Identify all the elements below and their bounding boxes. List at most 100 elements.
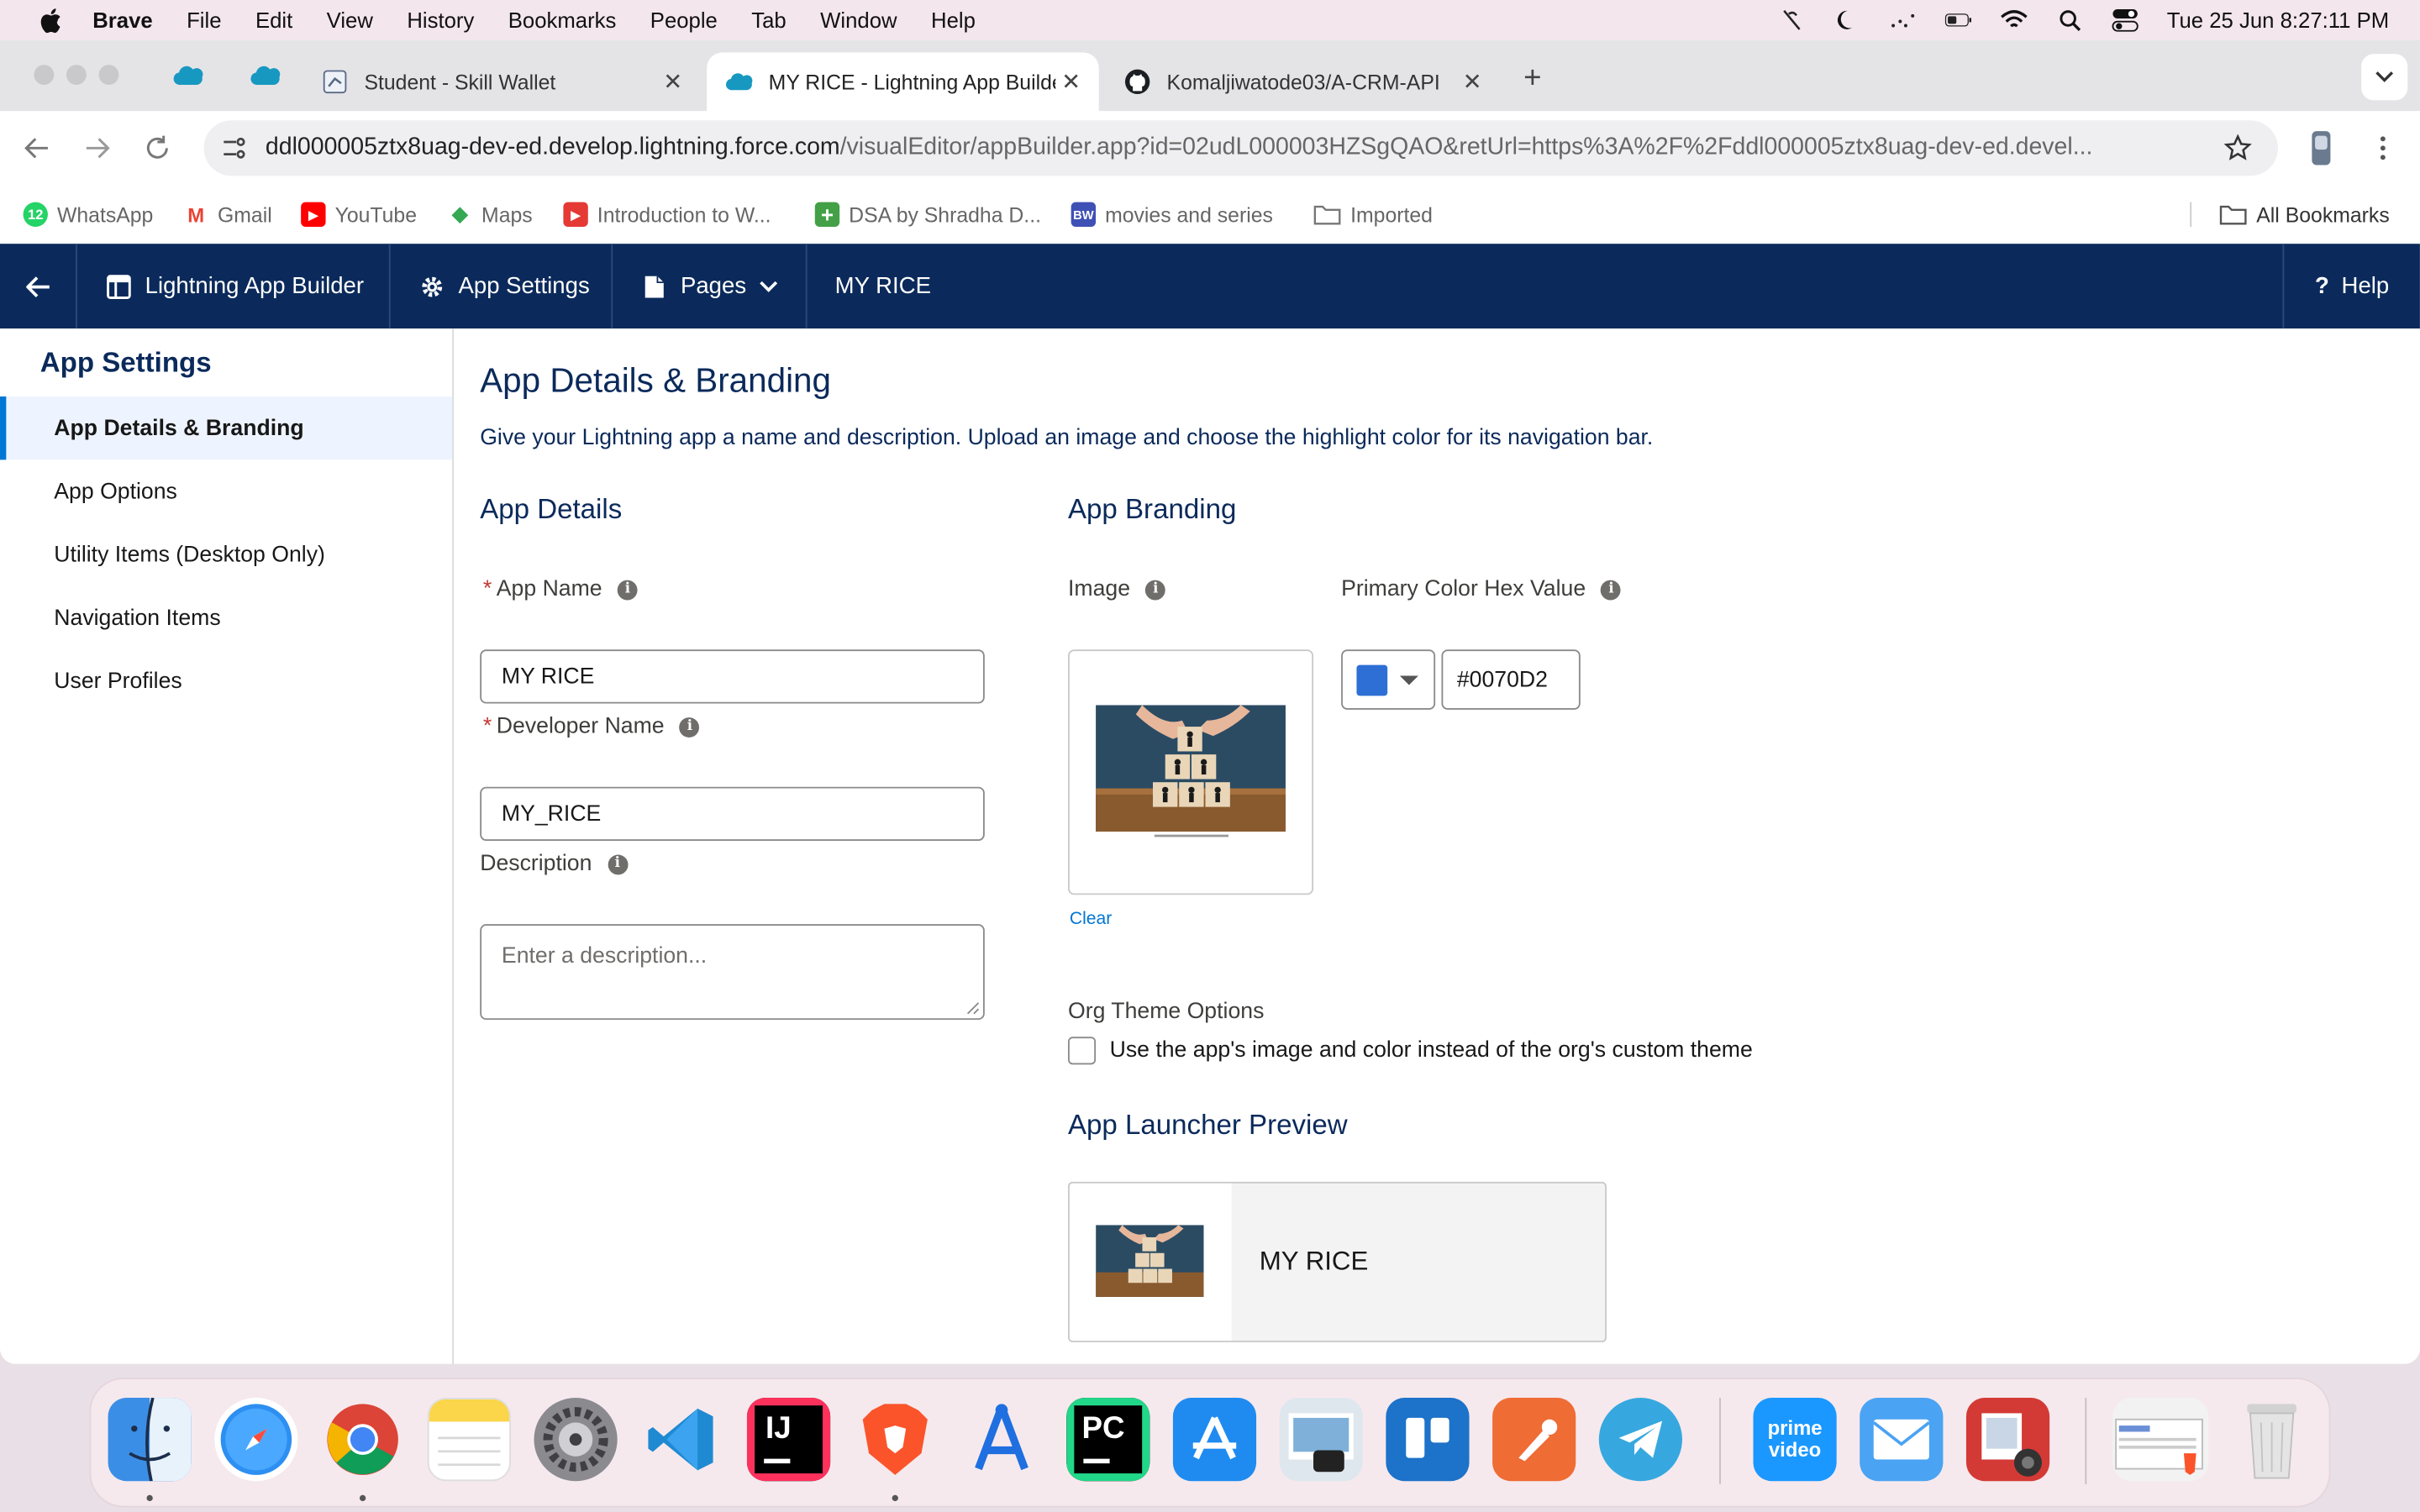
- bookmark-youtube[interactable]: ▶ YouTube: [301, 197, 417, 231]
- info-icon[interactable]: i: [1601, 579, 1622, 600]
- spotlight-search-icon[interactable]: [2056, 8, 2084, 32]
- description-textarea[interactable]: Enter a description...: [480, 924, 985, 1021]
- minimize-window-button[interactable]: [66, 65, 87, 86]
- org-theme-checkbox-label[interactable]: Use the app's image and color instead of…: [1110, 1038, 1753, 1063]
- app-settings-button[interactable]: App Settings: [391, 244, 613, 329]
- help-button[interactable]: ? Help: [2282, 244, 2419, 329]
- safari-icon[interactable]: [214, 1398, 298, 1482]
- pages-dropdown[interactable]: Pages: [613, 244, 808, 329]
- control-center-icon[interactable]: [2112, 8, 2139, 32]
- menu-people[interactable]: People: [650, 8, 718, 32]
- menu-history[interactable]: History: [407, 8, 474, 32]
- bookmark-dsa[interactable]: + DSA by Shradha D...: [814, 197, 1041, 231]
- telegram-icon[interactable]: [1598, 1398, 1683, 1482]
- app-image-uploader[interactable]: [1067, 649, 1314, 895]
- browser-menu-icon[interactable]: [2367, 129, 2398, 166]
- downloads-stack-icon[interactable]: [2112, 1398, 2209, 1482]
- bookmark-introduction[interactable]: ▶ Introduction to W...: [563, 197, 771, 231]
- chrome-icon[interactable]: [321, 1398, 404, 1481]
- sidebar-item-app-options[interactable]: App Options: [0, 459, 452, 522]
- mail-icon[interactable]: [1860, 1398, 1944, 1482]
- address-bar[interactable]: ddl000005ztx8uag-dev-ed.develop.lightnin…: [203, 120, 2278, 176]
- finder-icon[interactable]: [108, 1398, 192, 1482]
- system-settings-icon[interactable]: [534, 1398, 618, 1482]
- bookmark-gmail[interactable]: M Gmail: [183, 197, 272, 231]
- notes-icon[interactable]: [427, 1398, 511, 1482]
- mute-icon[interactable]: [1778, 8, 1806, 32]
- org-theme-checkbox[interactable]: [1067, 1037, 1097, 1065]
- zoom-window-button[interactable]: [98, 65, 119, 86]
- trash-icon[interactable]: [2230, 1398, 2313, 1481]
- vscode-icon[interactable]: [640, 1398, 723, 1481]
- tab-skill-wallet[interactable]: Student - Skill Wallet ✕: [302, 52, 701, 111]
- info-icon[interactable]: i: [680, 717, 700, 738]
- menu-help[interactable]: Help: [931, 8, 976, 32]
- tab-close-icon[interactable]: ✕: [1457, 66, 1488, 97]
- resize-handle-icon[interactable]: [966, 1001, 981, 1016]
- required-marker: *: [482, 576, 492, 602]
- color-hex-input[interactable]: #0070D2: [1441, 649, 1581, 710]
- photo-booth-icon[interactable]: [1965, 1398, 2050, 1482]
- preview-thumbnail: [1069, 1183, 1232, 1341]
- app-store-icon[interactable]: [1172, 1398, 1257, 1482]
- preview-icon[interactable]: [1279, 1398, 1363, 1482]
- menu-file[interactable]: File: [187, 8, 221, 32]
- tab-close-icon[interactable]: ✕: [657, 66, 688, 97]
- close-window-button[interactable]: [34, 65, 55, 86]
- app-image-thumbnail: [1096, 705, 1286, 842]
- all-bookmarks-button[interactable]: All Bookmarks: [2219, 197, 2390, 231]
- intellij-icon[interactable]: IJ: [746, 1398, 831, 1482]
- prime-video-icon[interactable]: prime video: [1753, 1398, 1837, 1482]
- bookmark-whatsapp[interactable]: 12 WhatsApp: [23, 197, 154, 231]
- site-settings-icon[interactable]: [219, 133, 250, 164]
- reload-button[interactable]: [139, 129, 176, 166]
- tab-search-button[interactable]: [2361, 54, 2408, 101]
- new-tab-button[interactable]: +: [1516, 61, 1549, 95]
- sidebar-item-utility-items[interactable]: Utility Items (Desktop Only): [0, 523, 452, 586]
- caret-down-icon: [1399, 675, 1418, 685]
- sidebar-item-app-details-branding[interactable]: App Details & Branding: [0, 396, 453, 460]
- activity-icon[interactable]: [1889, 8, 1917, 32]
- tab-lightning-app-builder[interactable]: MY RICE - Lightning App Builder ✕: [707, 52, 1099, 112]
- tab-strip: Student - Skill Wallet ✕ MY RICE - Light…: [0, 39, 2420, 112]
- sidebar-item-user-profiles[interactable]: User Profiles: [0, 649, 452, 712]
- trello-icon[interactable]: [1386, 1398, 1470, 1482]
- folder-icon: [1313, 205, 1341, 225]
- info-icon[interactable]: i: [607, 853, 628, 874]
- info-icon[interactable]: i: [1145, 579, 1166, 600]
- app-name-input[interactable]: MY RICE: [480, 649, 985, 704]
- menu-app-name[interactable]: Brave: [92, 8, 152, 32]
- sidebar-item-navigation-items[interactable]: Navigation Items: [0, 586, 452, 649]
- menu-bookmarks[interactable]: Bookmarks: [508, 8, 617, 32]
- menu-window[interactable]: Window: [820, 8, 897, 32]
- clear-image-link[interactable]: Clear: [1070, 911, 1112, 929]
- pinned-tab-salesforce-2[interactable]: [238, 55, 293, 96]
- tab-github[interactable]: Komaljiwatode03/A-CRM-API ✕: [1105, 52, 1500, 111]
- bookmark-star-icon[interactable]: [2219, 129, 2256, 166]
- info-icon[interactable]: i: [617, 579, 638, 600]
- brave-icon[interactable]: [854, 1398, 937, 1481]
- instruments-icon[interactable]: [960, 1398, 1043, 1481]
- back-to-setup-button[interactable]: [0, 244, 77, 329]
- wifi-icon[interactable]: [2000, 8, 2028, 32]
- apple-icon[interactable]: [34, 6, 65, 34]
- color-picker-button[interactable]: [1341, 649, 1436, 710]
- postman-icon[interactable]: [1492, 1398, 1576, 1482]
- back-button[interactable]: [18, 129, 55, 166]
- focus-moon-icon[interactable]: [1833, 8, 1861, 32]
- bookmark-folder-imported[interactable]: Imported: [1313, 197, 1433, 231]
- menu-view[interactable]: View: [327, 8, 373, 32]
- lightning-app-builder-title: Lightning App Builder: [77, 244, 391, 329]
- pinned-tab-salesforce-1[interactable]: [160, 55, 216, 96]
- menu-edit[interactable]: Edit: [255, 8, 292, 32]
- menubar-clock[interactable]: Tue 25 Jun 8:27:11 PM: [2167, 8, 2389, 32]
- extension-icon[interactable]: [2302, 128, 2339, 168]
- pycharm-icon[interactable]: PC: [1066, 1398, 1150, 1482]
- developer-name-input[interactable]: MY_RICE: [480, 786, 985, 842]
- forward-button[interactable]: [79, 129, 116, 166]
- bookmark-movies[interactable]: BW movies and series: [1071, 197, 1273, 231]
- battery-icon[interactable]: [1944, 8, 1972, 32]
- bookmark-maps[interactable]: ◆ Maps: [447, 197, 533, 231]
- tab-close-icon[interactable]: ✕: [1055, 66, 1086, 97]
- menu-tab[interactable]: Tab: [751, 8, 786, 32]
